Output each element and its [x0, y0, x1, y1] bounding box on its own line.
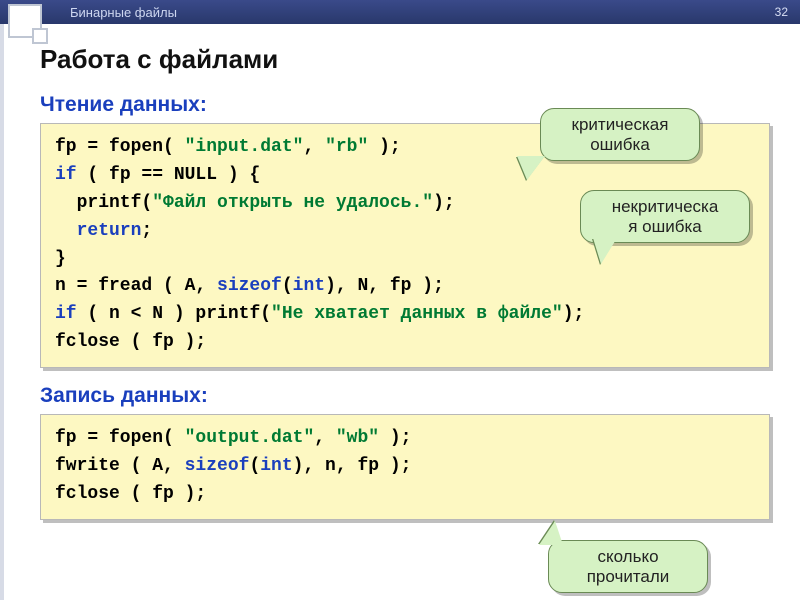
slide-topbar: Бинарные файлы 32 — [0, 0, 800, 24]
callout-tail-icon — [517, 156, 545, 180]
callout-text: критическая ошибка — [572, 115, 669, 154]
section-write-heading: Запись данных: — [40, 384, 770, 408]
corner-decoration — [8, 4, 63, 44]
callout-tail-icon — [539, 521, 563, 545]
callout-critical-error: критическая ошибка — [540, 108, 700, 161]
code-text: fp = fopen( "input.dat", "rb" ); if ( fp… — [55, 137, 584, 352]
callout-how-many-read: сколько прочитали — [548, 540, 708, 593]
page-number: 32 — [775, 5, 788, 19]
topbar-title: Бинарные файлы — [70, 5, 177, 20]
slide-body: Работа с файлами Чтение данных: fp = fop… — [0, 24, 800, 530]
slide-left-edge — [0, 24, 4, 600]
callout-text: сколько прочитали — [587, 547, 670, 586]
callout-text: некритическа я ошибка — [612, 197, 719, 236]
callout-noncritical-error: некритическа я ошибка — [580, 190, 750, 243]
page-title: Работа с файлами — [40, 44, 770, 75]
code-text: fp = fopen( "output.dat", "wb" ); fwrite… — [55, 428, 411, 504]
callout-tail-icon — [593, 238, 617, 264]
code-block-write: fp = fopen( "output.dat", "wb" ); fwrite… — [40, 414, 770, 520]
